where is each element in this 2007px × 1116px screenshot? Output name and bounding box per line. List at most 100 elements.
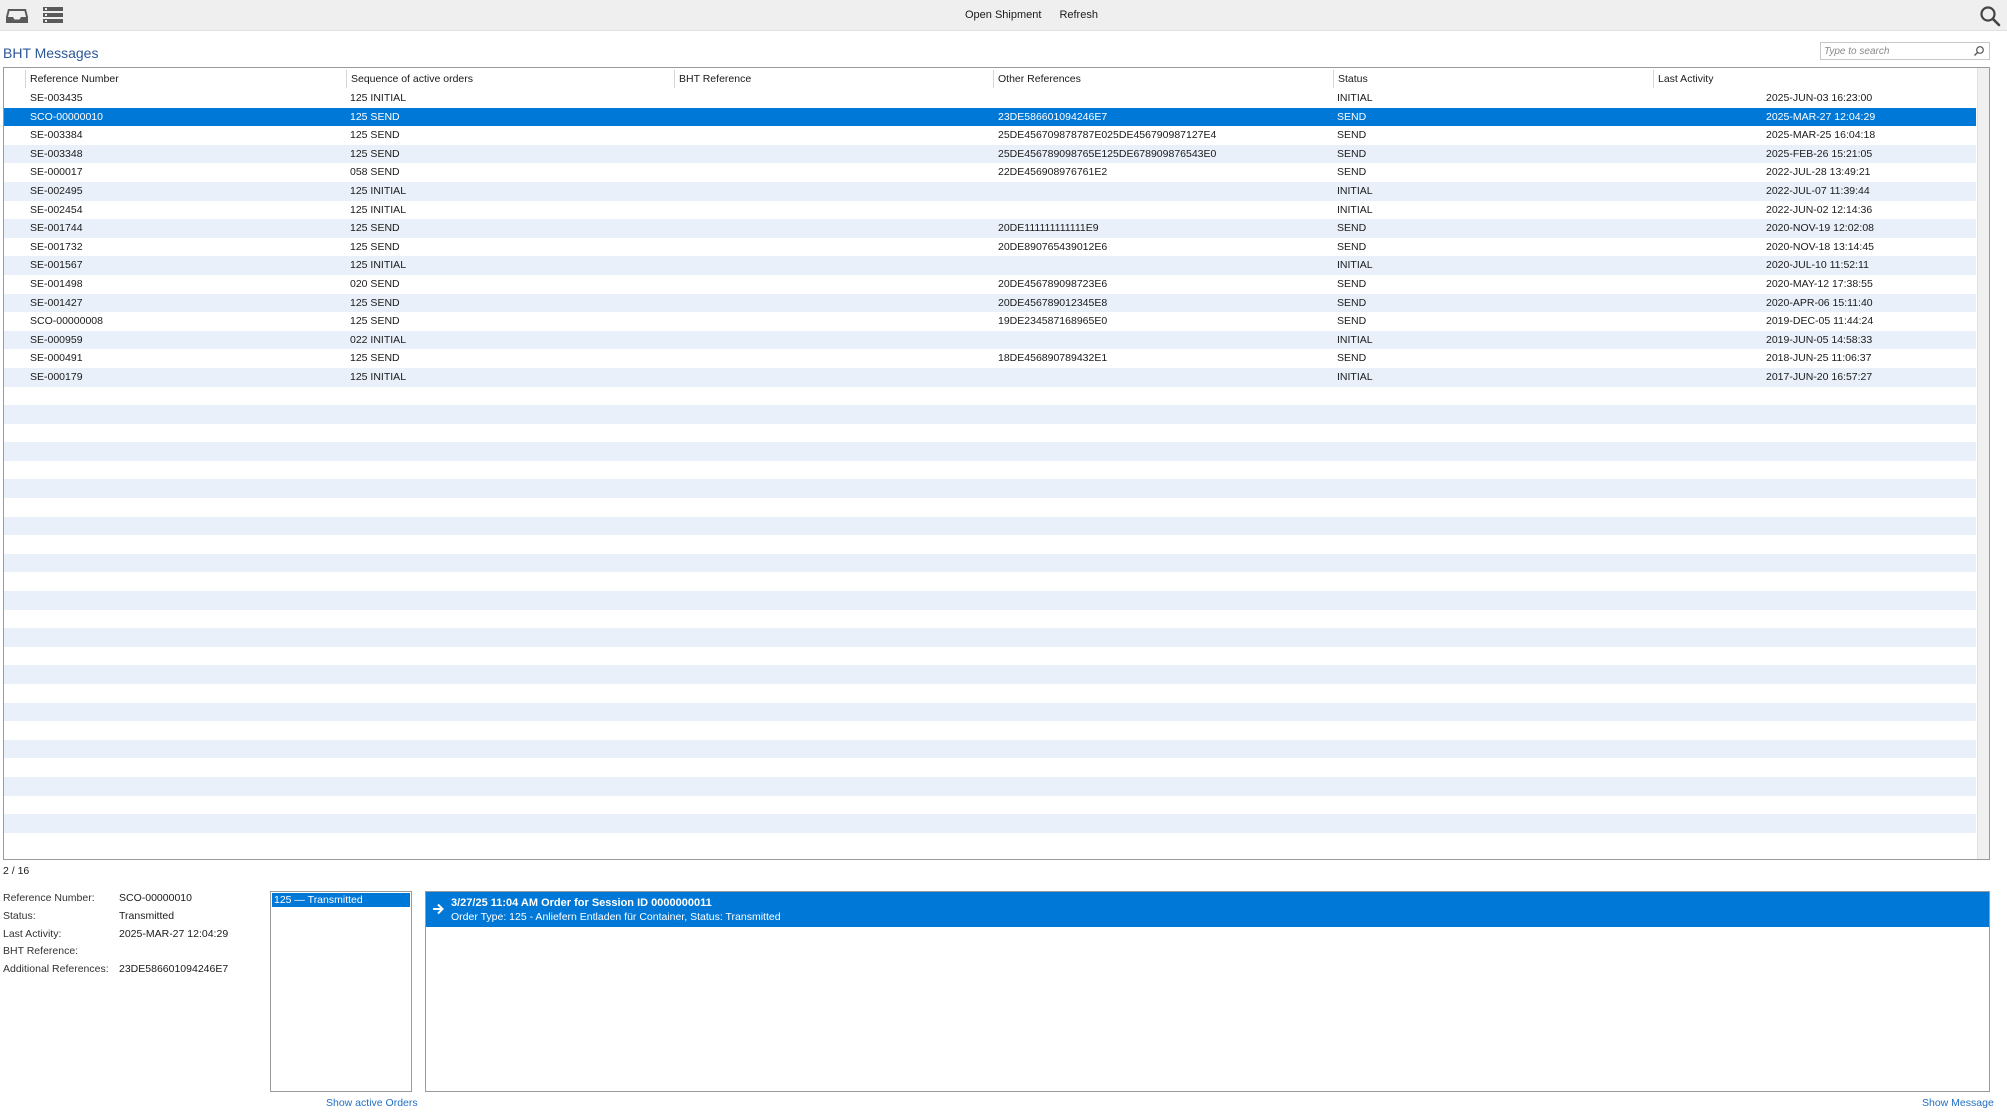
message-title: 3/27/25 11:04 AM Order for Session ID 00… — [451, 897, 712, 909]
detail-value: SCO-00000010 — [119, 892, 192, 904]
cell-sequence: 125 INITIAL — [350, 92, 407, 104]
table-row[interactable]: SE-003348 125 SEND 25DE456789098765E125DE6… — [4, 144, 1976, 164]
cell-reference-number: SE-001498 — [30, 277, 83, 290]
cell-reference-number: SE-001732 — [30, 240, 83, 253]
cell-sequence: 022 INITIAL — [350, 333, 407, 346]
cell-last-activity: 2022-JUL-07 11:39:44 — [1766, 184, 1870, 197]
show-active-orders-link[interactable]: Show active Orders — [326, 1097, 418, 1109]
column-header-status[interactable]: Status — [1333, 70, 1653, 88]
column-header-other-references[interactable]: Other References — [993, 70, 1333, 88]
table-header: Reference Number Sequence of active orde… — [4, 70, 1976, 88]
cell-last-activity: 2020-MAY-12 17:38:55 — [1766, 277, 1873, 290]
show-message-link[interactable]: Show Message — [1922, 1097, 1994, 1109]
cell-sequence: 125 SEND — [350, 129, 400, 142]
cell-other-references: 18DE456890789432E1 — [998, 352, 1108, 365]
refresh-button[interactable]: Refresh — [1059, 9, 1098, 21]
search-field[interactable] — [1820, 42, 1990, 60]
cell-reference-number: SE-000491 — [30, 352, 83, 365]
table-row[interactable]: SE-001427 125 SEND 20DE456789012345E8 SEND 2… — [4, 293, 1976, 313]
cell-reference-number: SE-002454 — [30, 203, 83, 216]
table-row[interactable]: SE-001744 125 SEND 20DE111111111111E9 SEND 2… — [4, 219, 1976, 238]
empty-table-row — [4, 647, 1976, 666]
cell-sequence: 125 INITIAL — [350, 184, 407, 197]
cell-status: INITIAL — [1337, 333, 1373, 346]
cell-status: SEND — [1337, 166, 1367, 179]
empty-table-row — [4, 498, 1976, 517]
column-header-bht-reference[interactable]: BHT Reference — [674, 70, 993, 88]
empty-table-row — [4, 479, 1976, 499]
table-row[interactable]: SE-001498 020 SEND 20DE456789098723E6 SEND 2… — [4, 275, 1976, 294]
cell-reference-number: SCO-00000008 — [30, 315, 103, 328]
order-list-item[interactable]: 125 — Transmitted — [272, 893, 410, 907]
cell-last-activity: 2025-MAR-27 12:04:29 — [1766, 110, 1876, 123]
table-row[interactable]: SCO-00000008 125 SEND 19DE234587168965E0 SE… — [4, 312, 1976, 331]
row-indicator-header — [4, 70, 25, 88]
empty-table-row — [4, 796, 1976, 815]
list-menu-icon[interactable] — [41, 5, 65, 25]
cell-reference-number: SE-000017 — [30, 166, 83, 179]
table-row[interactable]: SE-000959 022 INITIAL INITIAL 2019-JUN-05 1… — [4, 330, 1976, 350]
top-toolbar: Open Shipment Refresh — [0, 0, 2007, 31]
search-input[interactable] — [1821, 44, 1964, 58]
cell-last-activity: 2025-JUN-03 16:23:00 — [1766, 92, 1873, 104]
cell-last-activity: 2020-APR-06 15:11:40 — [1766, 296, 1873, 309]
messages-table: Reference Number Sequence of active orde… — [3, 67, 1990, 860]
column-header-reference-number[interactable]: Reference Number — [25, 70, 346, 88]
cell-status: INITIAL — [1337, 370, 1373, 383]
cell-sequence: 125 SEND — [350, 222, 400, 235]
table-row[interactable]: SE-001732 125 SEND 20DE890765439012E6 SEND 2… — [4, 238, 1976, 257]
cell-sequence: 125 INITIAL — [350, 370, 407, 383]
cell-reference-number: SE-001567 — [30, 259, 83, 272]
open-shipment-button[interactable]: Open Shipment — [965, 9, 1041, 21]
empty-table-row — [4, 684, 1976, 703]
cell-last-activity: 2019-DEC-05 11:44:24 — [1766, 315, 1874, 328]
cell-last-activity: 2019-JUN-05 14:58:33 — [1766, 333, 1873, 346]
cell-last-activity: 2025-FEB-26 15:21:05 — [1766, 147, 1873, 160]
cell-status: SEND — [1337, 147, 1367, 160]
detail-label: Status: — [3, 909, 36, 922]
cell-sequence: 020 SEND — [350, 277, 400, 290]
empty-table-row — [4, 665, 1976, 684]
table-row[interactable]: SE-000491 125 SEND 18DE456890789432E1 SEND 2… — [4, 349, 1976, 368]
cell-other-references: 22DE456908976761E2 — [998, 166, 1108, 179]
cell-status: SEND — [1337, 110, 1367, 123]
detail-label: Last Activity: — [3, 927, 62, 940]
table-row[interactable]: SCO-00000010 125 SEND 23DE586601094246E7 SE… — [4, 107, 1976, 127]
cell-sequence: 125 INITIAL — [350, 259, 407, 272]
vertical-scrollbar[interactable] — [1977, 68, 1989, 859]
cell-last-activity: 2017-JUN-20 16:57:27 — [1766, 370, 1873, 383]
cell-status: SEND — [1337, 277, 1367, 290]
column-header-sequence[interactable]: Sequence of active orders — [346, 70, 674, 88]
cell-last-activity: 2022-JUN-02 12:14:36 — [1766, 203, 1873, 216]
magnifier-icon[interactable] — [1973, 45, 1985, 57]
cell-other-references: 20DE456789012345E8 — [998, 296, 1108, 309]
active-orders-list: 125 — Transmitted — [270, 891, 412, 1092]
table-row[interactable]: SE-000017 058 SEND 22DE456908976761E2 SEND 2… — [4, 163, 1976, 182]
table-row[interactable]: SE-000179 125 INITIAL INITIAL 2017-JUN-20 1… — [4, 367, 1976, 387]
inbox-icon[interactable] — [5, 5, 29, 25]
empty-table-row — [4, 442, 1976, 461]
empty-table-row — [4, 553, 1976, 573]
table-row[interactable]: SE-003435 125 INITIAL INITIAL 2025-JUN-03 1… — [4, 89, 1976, 108]
detail-value: 23DE586601094246E7 — [119, 963, 229, 976]
cell-other-references: 23DE586601094246E7 — [998, 110, 1108, 123]
search-icon[interactable] — [1979, 5, 2001, 27]
empty-table-row — [4, 628, 1976, 647]
table-row[interactable]: SE-002495 125 INITIAL INITIAL 2022-JUL-07 1… — [4, 181, 1976, 201]
cell-status: SEND — [1337, 240, 1367, 253]
detail-value: Transmitted — [119, 909, 175, 922]
cell-status: INITIAL — [1337, 184, 1373, 197]
empty-table-row — [4, 424, 1976, 443]
table-row[interactable]: SE-001567 125 INITIAL INITIAL 2020-JUL-10 1… — [4, 256, 1976, 275]
cell-other-references: 25DE456789098765E125DE678909876543E0 — [998, 147, 1217, 160]
table-body: SE-003435 125 INITIAL INITIAL 2025-JUN-03 1… — [4, 89, 1976, 851]
table-row[interactable]: SE-002454 125 INITIAL INITIAL 2022-JUN-02 1… — [4, 201, 1976, 220]
cell-sequence: 125 SEND — [350, 147, 400, 160]
table-row[interactable]: SE-003384 125 SEND 25DE456709878787E025DE4… — [4, 126, 1976, 145]
message-list-item[interactable]: 3/27/25 11:04 AM Order for Session ID 00… — [426, 892, 1989, 927]
column-header-last-activity[interactable]: Last Activity — [1653, 70, 1976, 88]
cell-other-references: 20DE890765439012E6 — [998, 240, 1108, 253]
cell-status: SEND — [1337, 296, 1367, 309]
message-history-list: 3/27/25 11:04 AM Order for Session ID 00… — [425, 891, 1990, 1092]
cell-status: SEND — [1337, 129, 1367, 142]
